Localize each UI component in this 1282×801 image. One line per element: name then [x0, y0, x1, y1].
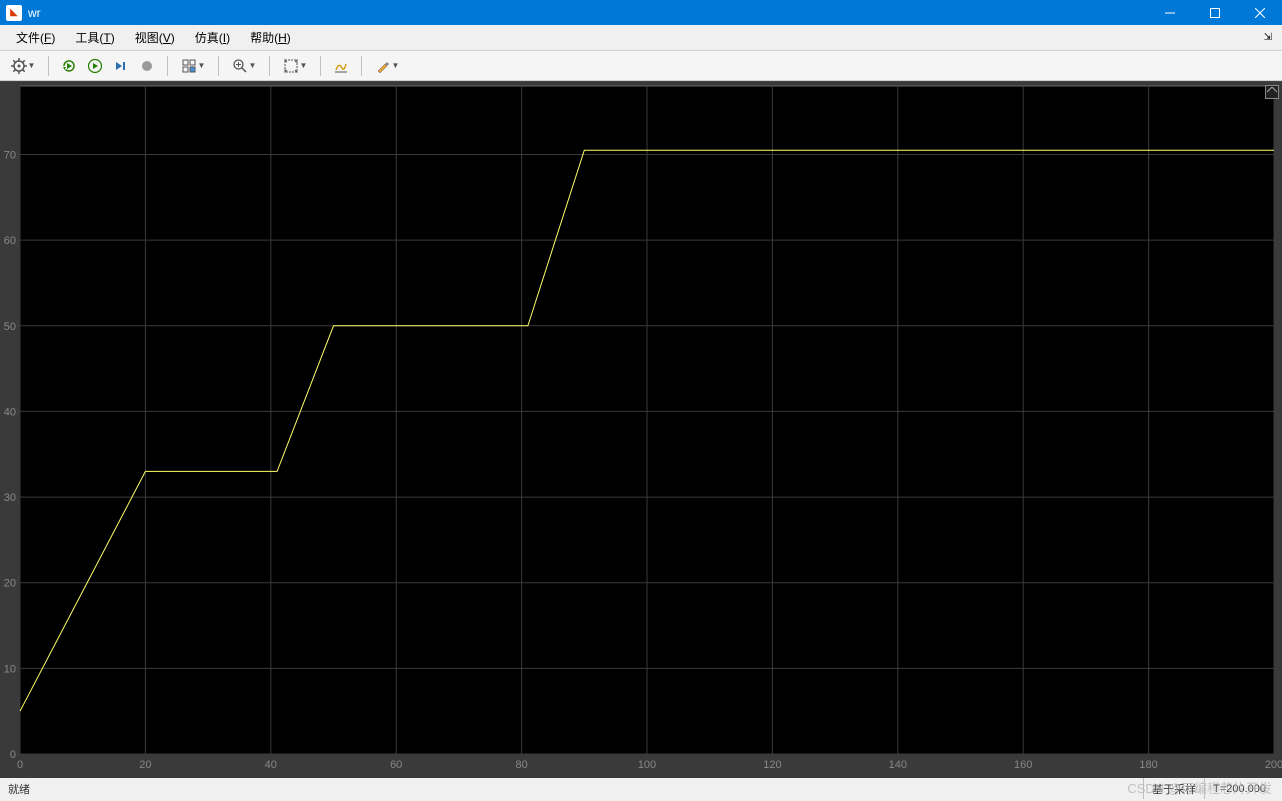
x-tick-label: 120	[763, 759, 781, 771]
maximize-button[interactable]	[1192, 0, 1237, 25]
step-forward-button[interactable]	[109, 54, 133, 78]
restart-button[interactable]	[57, 54, 81, 78]
x-tick-label: 80	[515, 759, 527, 771]
minimize-button[interactable]	[1147, 0, 1192, 25]
status-ready: 就绪	[8, 781, 30, 797]
menu-file[interactable]: 文件(F)	[6, 26, 65, 49]
toolbar: ▼ ▼ ▼ ▼ ▼	[0, 51, 1282, 81]
zoom-icon	[232, 58, 248, 74]
y-tick-label: 10	[4, 663, 16, 675]
zoom-button[interactable]: ▼	[227, 54, 261, 78]
marker-icon	[375, 58, 391, 74]
play-icon	[87, 58, 103, 74]
gear-icon	[11, 58, 27, 74]
record-icon	[139, 58, 155, 74]
x-tick-label: 60	[390, 759, 402, 771]
y-tick-label: 30	[4, 492, 16, 504]
signal-select-button[interactable]: ▼	[176, 54, 210, 78]
x-tick-label: 100	[638, 759, 656, 771]
step-forward-icon	[113, 58, 129, 74]
x-tick-label: 180	[1139, 759, 1157, 771]
status-bar: 就绪 基于采样 T=200.000	[0, 777, 1282, 799]
autoscale-button[interactable]: ▼	[278, 54, 312, 78]
scope-plot[interactable]: 0 20 40 60 80 100 120 140 160 180 200 0 10 20 30 40 50 60…	[0, 81, 1282, 777]
status-sample: 基于采样	[1143, 778, 1204, 799]
menu-simulation[interactable]: 仿真(I)	[185, 26, 240, 49]
menu-help[interactable]: 帮助(H)	[240, 26, 301, 49]
status-time: T=200.000	[1204, 778, 1274, 799]
x-tick-label: 40	[265, 759, 277, 771]
x-tick-label: 0	[17, 759, 23, 771]
x-tick-label: 20	[139, 759, 151, 771]
signal-select-icon	[181, 58, 197, 74]
window-controls	[1147, 0, 1282, 25]
plot-expand-icon[interactable]	[1265, 85, 1279, 99]
x-tick-label: 140	[889, 759, 907, 771]
y-tick-label: 60	[4, 235, 16, 247]
menu-view[interactable]: 视图(V)	[125, 26, 185, 49]
record-button[interactable]	[135, 54, 159, 78]
plot-canvas: 0 20 40 60 80 100 120 140 160 180 200 0 10 20 30 40 50 60…	[0, 82, 1282, 778]
y-tick-label: 0	[10, 749, 16, 761]
autoscale-icon	[283, 58, 299, 74]
menu-bar: 文件(F) 工具(T) 视图(V) 仿真(I) 帮助(H) ⇲	[0, 25, 1282, 51]
measure-button[interactable]	[329, 54, 353, 78]
close-button[interactable]	[1237, 0, 1282, 25]
y-tick-label: 20	[4, 578, 16, 590]
x-tick-label: 160	[1014, 759, 1032, 771]
y-tick-label: 50	[4, 321, 16, 333]
restart-icon	[61, 58, 77, 74]
marker-button[interactable]: ▼	[370, 54, 404, 78]
settings-button[interactable]: ▼	[6, 54, 40, 78]
y-tick-label: 70	[4, 150, 16, 162]
app-icon: ◣	[6, 5, 22, 21]
menu-tools[interactable]: 工具(T)	[65, 26, 124, 49]
title-bar: ◣ wr	[0, 0, 1282, 25]
window-title: wr	[28, 6, 1147, 20]
y-tick-label: 40	[4, 406, 16, 418]
x-tick-label: 200	[1265, 759, 1282, 771]
play-button[interactable]	[83, 54, 107, 78]
measure-icon	[333, 58, 349, 74]
menu-chevron-icon[interactable]: ⇲	[1260, 32, 1276, 43]
